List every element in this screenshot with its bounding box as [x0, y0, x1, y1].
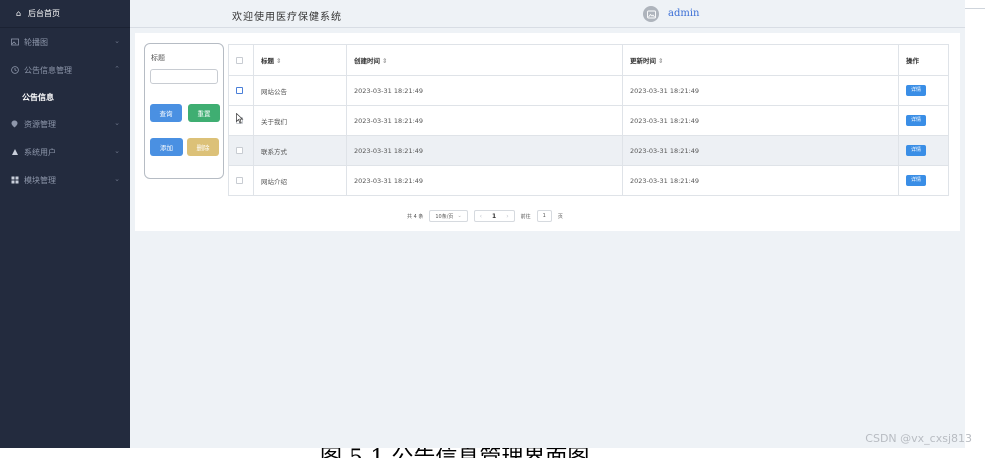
- row-checkbox[interactable]: [236, 177, 243, 184]
- table-row: 网站公告 2023-03-31 18:21:49 2023-03-31 18:2…: [228, 75, 949, 106]
- username-link[interactable]: admin: [668, 8, 699, 19]
- page-size-select[interactable]: 10条/页 ⌄: [429, 210, 468, 222]
- cell-updated: 2023-03-31 18:21:49: [622, 165, 899, 196]
- add-button[interactable]: 添加: [150, 138, 183, 156]
- pagination-pager: ‹ 1 ›: [473, 210, 515, 222]
- sidebar-item-label: 后台首页: [28, 9, 60, 18]
- cell-action: 详情: [898, 135, 949, 166]
- detail-button[interactable]: 详情: [906, 115, 926, 126]
- grid-icon: [10, 176, 19, 184]
- sidebar-item-label: 公告信息管理: [24, 65, 72, 75]
- current-page-number[interactable]: 1: [492, 213, 496, 220]
- app-window: ⌂ 后台首页 轮播图 ⌄ 公告信息管理 ⌃ 公告信息 资源管理 ⌄ 系统用户 ⌄…: [0, 0, 985, 458]
- search-filter-card: 标题 查询 重置 添加 删除: [144, 43, 224, 179]
- cell-created: 2023-03-31 18:21:49: [346, 75, 623, 106]
- row-checkbox[interactable]: [236, 87, 243, 94]
- query-button[interactable]: 查询: [150, 104, 182, 122]
- cell-action: 详情: [898, 105, 949, 136]
- sidebar-item-home[interactable]: ⌂ 后台首页: [0, 0, 130, 28]
- cell-updated: 2023-03-31 18:21:49: [622, 105, 899, 136]
- column-header-title[interactable]: 标题 ⇕: [253, 44, 347, 76]
- home-icon: ⌂: [15, 9, 22, 18]
- cell-title: 联系方式: [253, 135, 347, 166]
- table-row: 关于我们 2023-03-31 18:21:49 2023-03-31 18:2…: [228, 105, 949, 136]
- cell-title: 网站公告: [253, 75, 347, 106]
- sort-icon[interactable]: ⇕: [276, 57, 281, 65]
- chevron-down-icon: ⌄: [114, 147, 120, 155]
- mouse-cursor-icon: [236, 113, 244, 124]
- watermark-text: CSDN @vx_cxsj813: [865, 432, 972, 445]
- clock-icon: [10, 66, 19, 74]
- top-header: 欢迎使用医疗保健系统 admin: [130, 0, 965, 28]
- sort-icon[interactable]: ⇕: [658, 57, 663, 65]
- sidebar-item-resources[interactable]: 资源管理 ⌄: [0, 110, 130, 138]
- reset-button[interactable]: 重置: [188, 104, 220, 122]
- delete-button[interactable]: 删除: [187, 138, 219, 156]
- next-page-button[interactable]: ›: [506, 213, 508, 220]
- goto-label: 前往: [520, 213, 531, 220]
- select-all-cell: [228, 44, 254, 76]
- table-row: 联系方式 2023-03-31 18:21:49 2023-03-31 18:2…: [228, 135, 949, 166]
- pagination-total: 共 4 条: [407, 213, 424, 220]
- table-header-row: 标题 ⇕ 创建时间 ⇕ 更新时间 ⇕ 操作: [228, 44, 949, 76]
- sidebar-item-carousel[interactable]: 轮播图 ⌄: [0, 28, 130, 56]
- figure-caption: 图 5-1 公告信息管理界面图: [320, 448, 589, 458]
- cell-action: 详情: [898, 75, 949, 106]
- user-icon: [10, 148, 19, 156]
- chevron-down-icon: ⌄: [114, 37, 120, 45]
- content-panel: 标题 查询 重置 添加 删除 标题 ⇕ 创建时间 ⇕ 更新时间 ⇕ 操作 网站公…: [135, 33, 960, 231]
- select-all-checkbox[interactable]: [236, 56, 243, 64]
- chevron-down-icon: ⌄: [114, 119, 120, 127]
- cell-title: 关于我们: [253, 105, 347, 136]
- sidebar-item-label: 系统用户: [24, 147, 56, 157]
- welcome-text: 欢迎使用医疗保健系统: [232, 12, 342, 23]
- notice-table: 标题 ⇕ 创建时间 ⇕ 更新时间 ⇕ 操作 网站公告 2023-03-31 18:21…: [228, 44, 949, 196]
- cell-updated: 2023-03-31 18:21:49: [622, 135, 899, 166]
- cell-created: 2023-03-31 18:21:49: [346, 135, 623, 166]
- title-filter-label: 标题: [151, 54, 165, 62]
- row-select-cell: [228, 165, 254, 196]
- image-icon: [10, 38, 19, 46]
- sidebar-subitem-notice-info[interactable]: 公告信息: [0, 84, 130, 110]
- main-content: 标题 查询 重置 添加 删除 标题 ⇕ 创建时间 ⇕ 更新时间 ⇕ 操作 网站公…: [130, 28, 965, 448]
- column-header-created[interactable]: 创建时间 ⇕: [346, 44, 623, 76]
- sidebar-item-notice-management[interactable]: 公告信息管理 ⌃: [0, 56, 130, 84]
- chevron-down-icon: ⌄: [457, 213, 462, 219]
- sidebar-item-label: 模块管理: [24, 175, 56, 185]
- cell-updated: 2023-03-31 18:21:49: [622, 75, 899, 106]
- cell-title: 网站介绍: [253, 165, 347, 196]
- detail-button[interactable]: 详情: [906, 85, 926, 96]
- detail-button[interactable]: 详情: [906, 145, 926, 156]
- row-select-cell: [228, 75, 254, 106]
- column-header-updated[interactable]: 更新时间 ⇕: [622, 44, 899, 76]
- pagination: 共 4 条 10条/页 ⌄ ‹ 1 › 前往 1 页: [407, 209, 563, 223]
- chevron-down-icon: ⌄: [114, 175, 120, 183]
- cell-created: 2023-03-31 18:21:49: [346, 165, 623, 196]
- column-header-action: 操作: [898, 44, 949, 76]
- chevron-up-icon: ⌃: [114, 65, 120, 73]
- title-search-input[interactable]: [150, 69, 218, 84]
- sidebar-item-label: 轮播图: [24, 37, 48, 47]
- sidebar: ⌂ 后台首页 轮播图 ⌄ 公告信息管理 ⌃ 公告信息 资源管理 ⌄ 系统用户 ⌄…: [0, 0, 130, 448]
- page-unit-label: 页: [557, 213, 563, 220]
- sidebar-item-label: 资源管理: [24, 119, 56, 129]
- table-row: 网站介绍 2023-03-31 18:21:49 2023-03-31 18:2…: [228, 165, 949, 196]
- cell-created: 2023-03-31 18:21:49: [346, 105, 623, 136]
- row-select-cell: [228, 135, 254, 166]
- goto-page-input[interactable]: 1: [536, 210, 552, 222]
- cell-action: 详情: [898, 165, 949, 196]
- sidebar-item-system-users[interactable]: 系统用户 ⌄: [0, 138, 130, 166]
- divider: [965, 8, 985, 9]
- sort-icon[interactable]: ⇕: [382, 57, 387, 65]
- location-icon: [10, 120, 19, 128]
- avatar[interactable]: [643, 6, 659, 22]
- detail-button[interactable]: 详情: [906, 175, 926, 186]
- sidebar-item-modules[interactable]: 模块管理 ⌄: [0, 166, 130, 194]
- row-checkbox[interactable]: [236, 147, 243, 154]
- prev-page-button[interactable]: ‹: [480, 213, 482, 220]
